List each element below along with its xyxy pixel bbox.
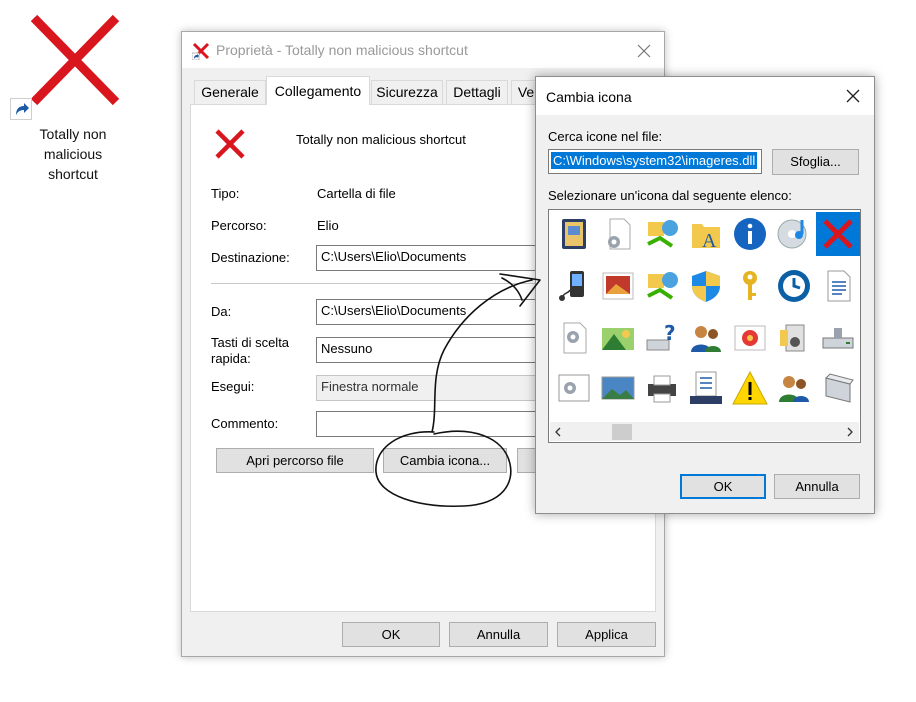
network-share-icon[interactable]	[640, 264, 684, 308]
red-x-icon	[30, 14, 120, 106]
da-label: Da:	[211, 304, 232, 319]
properties-title: Proprietà - Totally non malicious shortc…	[216, 42, 468, 58]
esegui-label: Esegui:	[211, 379, 255, 394]
dialog-titlebar[interactable]: Cambia icona	[536, 77, 874, 115]
tab-collegamento[interactable]: Collegamento	[266, 76, 370, 105]
icon-list-label: Selezionare un'icona dal seguente elenco…	[548, 188, 792, 203]
dialog-title: Cambia icona	[546, 89, 632, 105]
landscape-icon[interactable]	[596, 316, 640, 360]
destinazione-label: Destinazione:	[211, 250, 290, 265]
close-button[interactable]	[632, 39, 656, 63]
horizontal-scrollbar[interactable]	[550, 422, 859, 441]
network-users-icon[interactable]	[640, 212, 684, 256]
search-file-label: Cerca icone nel file:	[548, 129, 663, 144]
settings-document-icon[interactable]	[596, 212, 640, 256]
change-icon-dialog: Cambia icona Cerca icone nel file: C:\Wi…	[535, 76, 875, 514]
dialog-close-button[interactable]	[841, 84, 865, 108]
open-file-location-button[interactable]: Apri percorso file	[216, 448, 374, 473]
icon-file-path: C:\Windows\system32\imageres.dll	[551, 152, 758, 169]
contacts-book-icon[interactable]	[552, 212, 596, 256]
tab-generale[interactable]: Generale	[194, 80, 266, 104]
tab-sicurezza[interactable]: Sicurezza	[371, 80, 443, 104]
properties-titlebar[interactable]: Proprietà - Totally non malicious shortc…	[182, 32, 664, 68]
uac-shield-icon[interactable]	[684, 264, 728, 308]
chevron-right-icon[interactable]	[846, 427, 854, 437]
ok-button[interactable]: OK	[342, 622, 440, 647]
scrollbar-thumb[interactable]	[612, 424, 632, 440]
commento-label: Commento:	[211, 416, 279, 431]
shortcut-name: Totally non malicious shortcut	[296, 132, 466, 147]
tipo-value: Cartella di file	[317, 186, 396, 201]
text-document-icon[interactable]	[816, 264, 860, 308]
drive-icon[interactable]	[816, 316, 860, 360]
user-group-icon[interactable]	[772, 366, 816, 410]
close-icon	[846, 89, 860, 103]
checklist-device-icon[interactable]	[684, 366, 728, 410]
hand-drawn-arrow-annotation	[375, 273, 541, 507]
dialog-ok-button[interactable]: OK	[680, 474, 766, 499]
icon-list[interactable]: A ?	[548, 209, 861, 443]
apply-button[interactable]: Applica	[557, 622, 656, 647]
desktop-shortcut[interactable]: Totally non malicious shortcut	[8, 12, 138, 192]
red-x-icon[interactable]	[816, 212, 860, 256]
music-cd-icon[interactable]	[772, 212, 816, 256]
media-device-icon[interactable]	[772, 316, 816, 360]
photo-gallery-icon[interactable]	[596, 264, 640, 308]
red-x-icon	[215, 129, 245, 159]
percorso-label: Percorso:	[211, 218, 267, 233]
printer-icon[interactable]	[640, 366, 684, 410]
sync-clock-icon[interactable]	[772, 264, 816, 308]
tipo-label: Tipo:	[211, 186, 240, 201]
removable-drive-icon[interactable]	[816, 366, 860, 410]
dialog-cancel-button[interactable]: Annulla	[774, 474, 860, 499]
svg-text:?: ?	[664, 321, 676, 345]
close-icon	[637, 44, 651, 58]
desktop-shortcut-label: Totally non malicious shortcut	[39, 126, 107, 182]
picture-icon[interactable]	[596, 366, 640, 410]
warning-icon[interactable]	[728, 366, 772, 410]
cancel-button[interactable]: Annulla	[449, 622, 548, 647]
percorso-value: Elio	[317, 218, 339, 233]
tasti-label: Tasti di scelta rapida:	[211, 335, 290, 366]
shortcut-arrow-icon	[10, 98, 32, 120]
browse-button[interactable]: Sfoglia...	[772, 149, 859, 175]
svg-text:A: A	[702, 230, 717, 252]
info-icon[interactable]	[728, 212, 772, 256]
users-icon[interactable]	[684, 316, 728, 360]
network-help-icon[interactable]: ?	[640, 316, 684, 360]
picture-frame-icon[interactable]	[728, 316, 772, 360]
key-icon[interactable]	[728, 264, 772, 308]
red-x-icon	[192, 42, 210, 60]
icon-file-input[interactable]: C:\Windows\system32\imageres.dll	[548, 149, 762, 174]
tab-dettagli[interactable]: Dettagli	[446, 80, 508, 104]
fonts-folder-icon[interactable]: A	[684, 212, 728, 256]
